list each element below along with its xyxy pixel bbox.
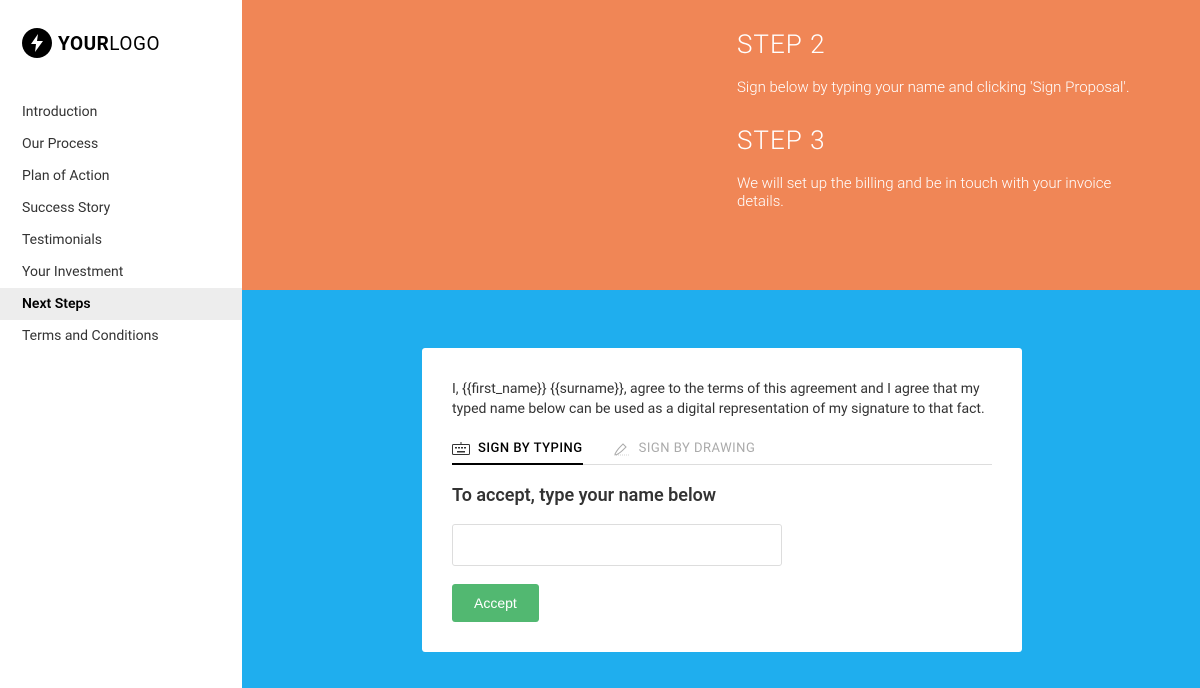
name-input[interactable] xyxy=(452,524,782,566)
nav-item-next-steps[interactable]: Next Steps xyxy=(0,288,242,320)
nav-item-success-story[interactable]: Success Story xyxy=(0,192,242,224)
nav-item-our-process[interactable]: Our Process xyxy=(0,128,242,160)
step-text: Sign below by typing your name and click… xyxy=(737,78,1160,96)
tab-sign-by-typing[interactable]: SIGN BY TYPING xyxy=(452,441,583,464)
step-3: STEP 3 We will set up the billing and be… xyxy=(737,126,1160,210)
nav-item-introduction[interactable]: Introduction xyxy=(0,96,242,128)
step-title: STEP 2 xyxy=(737,30,1160,60)
logo-bolt-icon xyxy=(22,28,52,58)
step-text: We will set up the billing and be in tou… xyxy=(737,174,1160,210)
main-content: STEP 2 Sign below by typing your name an… xyxy=(242,0,1200,688)
tab-sign-by-drawing[interactable]: SIGN BY DRAWING xyxy=(613,441,756,464)
signature-instruction: To accept, type your name below xyxy=(452,485,992,506)
keyboard-icon xyxy=(452,442,470,456)
accept-button[interactable]: Accept xyxy=(452,584,539,622)
agreement-text: I, {{first_name}} {{surname}}, agree to … xyxy=(452,380,992,419)
nav-item-terms-and-conditions[interactable]: Terms and Conditions xyxy=(0,320,242,352)
signature-tabs: SIGN BY TYPING SIGN BY DRAWING xyxy=(452,441,992,465)
tab-label: SIGN BY TYPING xyxy=(478,441,583,456)
sidebar: YOURLOGO Introduction Our Process Plan o… xyxy=(0,0,242,688)
step-2: STEP 2 Sign below by typing your name an… xyxy=(737,30,1160,96)
nav-item-your-investment[interactable]: Your Investment xyxy=(0,256,242,288)
nav-item-testimonials[interactable]: Testimonials xyxy=(0,224,242,256)
signature-card: I, {{first_name}} {{surname}}, agree to … xyxy=(422,348,1022,652)
steps-container: STEP 2 Sign below by typing your name an… xyxy=(242,30,1200,210)
logo-text: YOURLOGO xyxy=(58,32,160,55)
signature-section: I, {{first_name}} {{surname}}, agree to … xyxy=(242,290,1200,688)
tab-label: SIGN BY DRAWING xyxy=(639,441,756,456)
logo-container: YOURLOGO xyxy=(0,28,242,58)
step-title: STEP 3 xyxy=(737,126,1160,156)
steps-section: STEP 2 Sign below by typing your name an… xyxy=(242,0,1200,290)
nav-list: Introduction Our Process Plan of Action … xyxy=(0,96,242,352)
nav-item-plan-of-action[interactable]: Plan of Action xyxy=(0,160,242,192)
pen-icon xyxy=(613,442,631,456)
logo: YOURLOGO xyxy=(22,28,242,58)
